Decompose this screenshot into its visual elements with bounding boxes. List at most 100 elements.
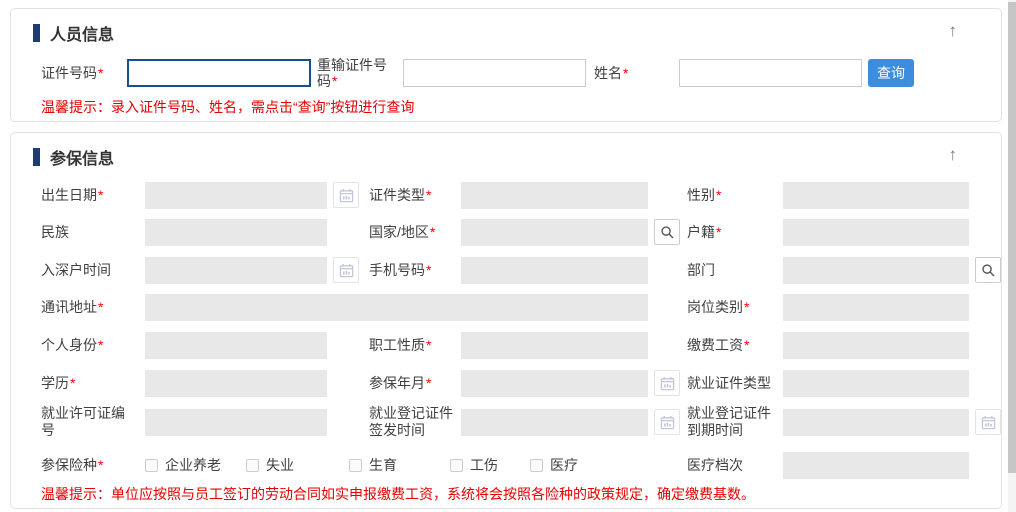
page: 人员信息 ↑ 证件号码* 重输证件号码* 姓名* 查询 温馨提示：录入证件号码、…	[0, 0, 1016, 512]
employment-cert-type-label: 就业证件类型	[687, 375, 783, 392]
ethnicity-label: 民族	[41, 224, 145, 241]
shenzhen-entry-label: 入深户时间	[41, 262, 145, 279]
checkbox-icon[interactable]	[530, 459, 543, 472]
id-number-label: 证件号码*	[41, 63, 127, 83]
name-label: 姓名*	[594, 63, 679, 83]
required-mark: *	[716, 224, 721, 240]
checkbox-icon[interactable]	[349, 459, 362, 472]
insurance-type-checkbox-group: 企业养老 失业 生育 工伤 医疗	[145, 455, 648, 475]
medical-level-label: 医疗档次	[687, 457, 783, 474]
payment-salary-label: 缴费工资*	[687, 337, 783, 354]
form-row: 学历* 参保年月* 就业证件类型	[41, 369, 969, 397]
form-row: 就业许可证编号 就业登记证件签发时间 就业登记证件到期时间	[41, 405, 1001, 439]
collapse-up-icon[interactable]: ↑	[949, 145, 958, 165]
checkbox-icon[interactable]	[450, 459, 463, 472]
calendar-icon	[654, 370, 680, 396]
cert-type-input	[461, 182, 648, 209]
personal-identity-input	[145, 332, 327, 359]
form-row: 个人身份* 职工性质* 缴费工资*	[41, 331, 969, 359]
required-mark: *	[98, 337, 103, 353]
employment-permit-no-input	[145, 409, 327, 436]
insured-month-input	[461, 370, 648, 397]
section-marker-bar	[33, 24, 40, 42]
name-input[interactable]	[679, 59, 862, 87]
calendar-icon	[654, 409, 680, 435]
form-row: 民族 国家/地区* 户籍*	[41, 218, 969, 246]
required-mark: *	[98, 187, 103, 203]
country-label: 国家/地区*	[369, 224, 461, 241]
insured-month-label: 参保年月*	[369, 375, 461, 392]
insurance-section: 参保信息 ↑ 出生日期* 证件类型* 性别* 民族 国家/地区* 户籍*	[10, 132, 1002, 509]
checkbox-work-injury[interactable]: 工伤	[450, 455, 530, 475]
form-row: 出生日期* 证件类型* 性别*	[41, 181, 969, 209]
checkbox-icon[interactable]	[246, 459, 259, 472]
personnel-section: 人员信息 ↑ 证件号码* 重输证件号码* 姓名* 查询 温馨提示：录入证件号码、…	[10, 8, 1002, 122]
section-marker-bar	[33, 148, 40, 166]
employee-nature-input	[461, 332, 648, 359]
checkbox-pension[interactable]: 企业养老	[145, 455, 246, 475]
cert-type-label: 证件类型*	[369, 187, 461, 204]
employment-cert-type-input	[783, 370, 969, 397]
insurance-hint: 温馨提示：单位应按照与员工签订的劳动合同如实申报缴费工资，系统将会按照各险种的政…	[41, 484, 755, 504]
personnel-header: 人员信息 ↑	[33, 23, 1001, 43]
gender-input	[783, 182, 969, 209]
gender-label: 性别*	[687, 187, 783, 204]
search-icon[interactable]	[654, 219, 680, 245]
reenter-id-input[interactable]	[403, 59, 586, 87]
form-row: 入深户时间 手机号码* 部门	[41, 256, 1001, 284]
required-mark: *	[98, 65, 103, 81]
required-mark: *	[426, 262, 431, 278]
address-input	[145, 294, 648, 321]
required-mark: *	[70, 375, 75, 391]
required-mark: *	[426, 187, 431, 203]
form-row: 通讯地址* 岗位类别*	[41, 293, 969, 321]
id-number-input[interactable]	[127, 59, 311, 87]
scrollbar-thumb[interactable]	[1008, 2, 1016, 473]
required-mark: *	[98, 457, 103, 473]
insurance-title: 参保信息	[50, 145, 114, 169]
checkbox-maternity[interactable]: 生育	[349, 455, 450, 475]
collapse-up-icon[interactable]: ↑	[949, 21, 958, 41]
form-row-insurance-types: 参保险种* 企业养老 失业 生育 工伤 医疗 医疗档次	[41, 451, 969, 479]
education-input	[145, 370, 327, 397]
checkbox-medical[interactable]: 医疗	[530, 455, 578, 475]
ethnicity-input	[145, 219, 327, 246]
calendar-icon	[975, 409, 1001, 435]
insurance-types-label: 参保险种*	[41, 457, 145, 474]
required-mark: *	[426, 337, 431, 353]
checkbox-unemployment[interactable]: 失业	[246, 455, 349, 475]
query-button[interactable]: 查询	[868, 59, 914, 87]
required-mark: *	[623, 65, 628, 81]
checkbox-icon[interactable]	[145, 459, 158, 472]
employment-reg-issue-label: 就业登记证件签发时间	[369, 405, 461, 439]
birth-date-label: 出生日期*	[41, 187, 145, 204]
employee-nature-label: 职工性质*	[369, 337, 461, 354]
mobile-label: 手机号码*	[369, 262, 461, 279]
required-mark: *	[426, 375, 431, 391]
personnel-hint: 温馨提示：录入证件号码、姓名，需点击“查询”按钮进行查询	[41, 97, 1001, 117]
household-input	[783, 219, 969, 246]
mobile-input	[461, 257, 648, 284]
required-mark: *	[744, 337, 749, 353]
post-category-input	[783, 294, 969, 321]
employment-reg-issue-input	[461, 409, 648, 436]
medical-level-input	[783, 452, 969, 479]
shenzhen-entry-input	[145, 257, 327, 284]
required-mark: *	[332, 73, 337, 89]
required-mark: *	[430, 224, 435, 240]
personal-identity-label: 个人身份*	[41, 337, 145, 354]
search-icon[interactable]	[975, 257, 1001, 283]
employment-permit-no-label: 就业许可证编号	[41, 405, 145, 439]
required-mark: *	[716, 187, 721, 203]
address-label: 通讯地址*	[41, 299, 145, 316]
payment-salary-input	[783, 332, 969, 359]
country-input	[461, 219, 648, 246]
employment-reg-expiry-input	[783, 409, 969, 436]
birth-date-input	[145, 182, 327, 209]
employment-reg-expiry-label: 就业登记证件到期时间	[687, 405, 783, 439]
required-mark: *	[98, 299, 103, 315]
reenter-id-label: 重输证件号码*	[317, 57, 393, 89]
personnel-title: 人员信息	[50, 21, 114, 45]
personnel-form-row: 证件号码* 重输证件号码* 姓名* 查询	[41, 59, 1001, 87]
household-label: 户籍*	[687, 224, 783, 241]
